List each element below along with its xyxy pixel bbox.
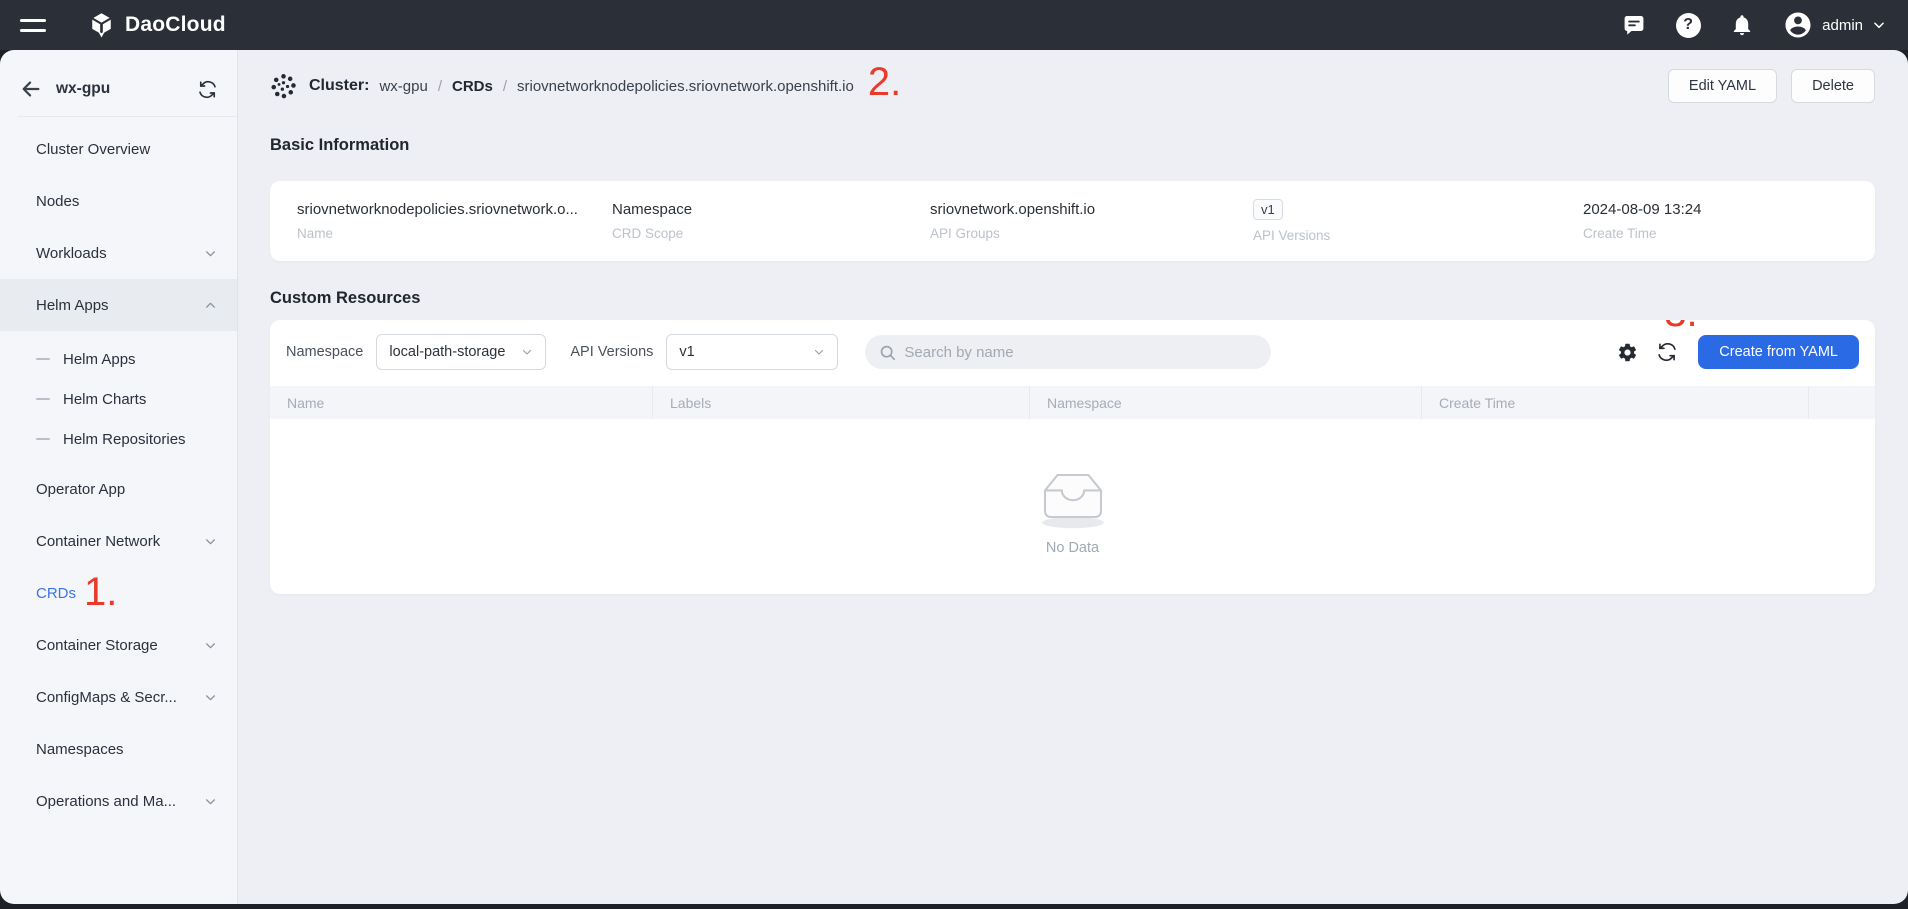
breadcrumb-separator: / [438,78,442,95]
namespace-filter-label: Namespace [286,344,363,360]
column-header-labels: Labels [653,386,1030,419]
switch-cluster-icon[interactable] [198,80,217,99]
api-versions-filter-label: API Versions [570,344,653,360]
api-groups-label: API Groups [930,226,1253,241]
sidebar-item-nodes[interactable]: Nodes [0,175,237,227]
user-menu[interactable]: admin [1783,10,1886,40]
create-from-yaml-button[interactable]: Create from YAML [1698,335,1859,369]
no-data-inbox-icon [1031,458,1115,534]
breadcrumb-cluster-link[interactable]: wx-gpu [379,78,427,95]
message-icon[interactable] [1621,12,1647,38]
annotation-1: 1. [84,572,117,612]
custom-resources-title: Custom Resources [270,289,1875,308]
chevron-down-icon [521,346,533,358]
sidebar-subitem-helm-charts[interactable]: Helm Charts [0,379,237,419]
breadcrumb-separator: / [503,78,507,95]
sidebar-item-container-storage[interactable]: Container Storage [0,619,237,671]
hamburger-menu-icon[interactable] [20,15,46,35]
user-name: admin [1822,17,1863,34]
crd-name-value: sriovnetworknodepolicies.sriovnetwork.o.… [297,201,597,218]
brand-name: DaoCloud [125,13,226,37]
sidebar-subitem-helm-apps[interactable]: Helm Apps [0,339,237,379]
chevron-up-icon [204,299,217,312]
chevron-down-icon [204,247,217,260]
search-icon [879,344,896,361]
crd-name-label: Name [297,226,612,241]
namespace-select[interactable]: local-path-storage [376,334,546,370]
refresh-icon[interactable] [1656,341,1678,363]
empty-state: No Data [1031,458,1115,556]
table-header: Name Labels Namespace Create Time [270,386,1875,419]
sidebar-subitem-helm-repositories[interactable]: Helm Repositories [0,419,237,459]
sidebar-item-container-network[interactable]: Container Network [0,515,237,567]
sidebar-item-workloads[interactable]: Workloads [0,227,237,279]
main-content: Cluster: wx-gpu / CRDs / sriovnetworknod… [237,50,1908,904]
basic-information-card: sriovnetworknodepolicies.sriovnetwork.o.… [270,181,1875,261]
sidebar-item-helm-apps-group[interactable]: Helm Apps [0,279,237,331]
breadcrumb-current-page: sriovnetworknodepolicies.sriovnetwork.op… [517,78,854,95]
column-header-namespace: Namespace [1030,386,1422,419]
edit-yaml-button[interactable]: Edit YAML [1668,69,1777,103]
column-header-actions [1809,386,1875,419]
basic-information-title: Basic Information [270,136,1875,155]
sidebar-item-operator-app[interactable]: Operator App [0,463,237,515]
topbar: DaoCloud ? admin [0,0,1908,50]
notification-bell-icon[interactable] [1729,12,1755,38]
api-versions-select[interactable]: v1 [666,334,838,370]
table-body: No Data [270,419,1875,594]
annotation-2: 2. [868,62,901,102]
back-arrow-icon[interactable] [20,78,42,100]
daocloud-logo-icon [88,12,115,39]
dash-icon [36,358,50,360]
chevron-down-icon [204,639,217,652]
cluster-name: wx-gpu [56,80,184,98]
namespace-select-value: local-path-storage [389,344,513,360]
create-time-value: 2024-08-09 13:24 [1583,201,1701,218]
brand-logo: DaoCloud [88,12,226,39]
cluster-dots-icon [270,73,297,100]
chevron-down-icon [1872,18,1886,32]
avatar-icon [1783,10,1813,40]
chevron-down-icon [204,535,217,548]
breadcrumb-prefix: Cluster: [309,77,369,95]
create-time-label: Create Time [1583,226,1701,241]
custom-resources-panel: Namespace local-path-storage API Version… [270,320,1875,594]
sidebar-item-crds[interactable]: CRDs 1. [0,567,237,619]
help-icon[interactable]: ? [1675,12,1701,38]
search-input[interactable] [904,344,1257,361]
api-versions-select-value: v1 [679,344,805,360]
sidebar: wx-gpu Cluster Overview Nodes Workloads [0,50,237,904]
breadcrumb: Cluster: wx-gpu / CRDs / sriovnetworknod… [270,64,1875,108]
sidebar-item-configmaps-secrets[interactable]: ConfigMaps & Secr... [0,671,237,723]
column-header-name: Name [270,386,653,419]
api-versions-label: API Versions [1253,228,1583,243]
delete-button[interactable]: Delete [1791,69,1875,103]
crd-scope-label: CRD Scope [612,226,930,241]
gear-icon[interactable] [1616,341,1638,363]
api-version-badge: v1 [1253,199,1283,220]
chevron-down-icon [204,691,217,704]
dash-icon [36,438,50,440]
breadcrumb-crds-link[interactable]: CRDs [452,78,493,95]
api-groups-value: sriovnetwork.openshift.io [930,201,1230,218]
sidebar-item-cluster-overview[interactable]: Cluster Overview [0,123,237,175]
sidebar-item-namespaces[interactable]: Namespaces [0,723,237,775]
chevron-down-icon [813,346,825,358]
dash-icon [36,398,50,400]
chevron-down-icon [204,795,217,808]
annotation-3: 3. [1664,320,1697,333]
no-data-text: No Data [1046,540,1099,556]
search-box [865,335,1271,369]
crd-scope-value: Namespace [612,201,912,218]
column-header-create-time: Create Time [1422,386,1809,419]
sidebar-item-operations-maintenance[interactable]: Operations and Ma... [0,775,237,827]
